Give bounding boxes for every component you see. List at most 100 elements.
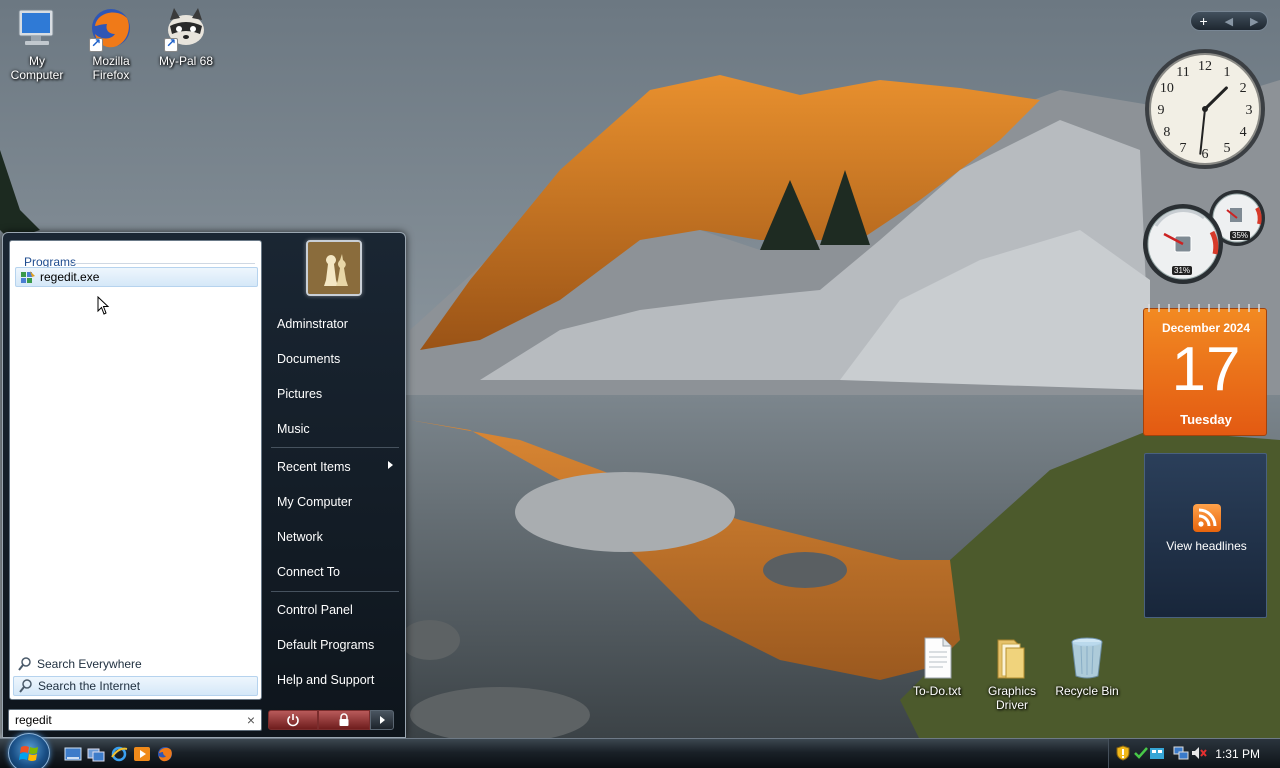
volume-muted-icon[interactable] [1191,745,1207,761]
clock-numeral: 11 [1176,65,1189,80]
view-headlines-link[interactable]: View headlines [1145,539,1268,553]
raccoon-icon [162,4,210,52]
start-item-default-programs[interactable]: Default Programs [269,631,401,659]
start-item-help-and-support[interactable]: Help and Support [269,666,401,694]
start-item-my-computer[interactable]: My Computer [269,488,401,516]
start-item-pictures[interactable]: Pictures [269,380,401,408]
power-options-arrow-button[interactable] [370,710,394,730]
windows-logo-icon [19,746,38,761]
clock-numeral: 5 [1224,141,1231,156]
media-player-icon[interactable] [133,745,151,763]
start-item-connect-to[interactable]: Connect To [269,558,401,586]
search-result-regedit[interactable]: regedit.exe [15,267,258,287]
start-item-network[interactable]: Network [269,523,401,551]
desktop-icon-my-computer[interactable]: My Computer [0,4,74,82]
calendar-weekday: Tuesday [1180,412,1232,427]
network-icon[interactable] [1173,745,1189,761]
lock-icon [339,713,349,726]
clock-numeral: 1 [1224,65,1231,80]
firefox-icon [87,4,135,52]
firefox-taskbar-icon[interactable] [156,745,174,763]
clock-numeral: 12 [1198,59,1212,74]
start-search-value: regedit [15,713,52,727]
checkmark-icon[interactable] [1133,745,1149,761]
start-item-documents[interactable]: Documents [269,345,401,373]
cpu-meter-gadget[interactable]: 31% 35% [1142,190,1270,286]
clock-numeral: 8 [1163,125,1170,140]
clock-numeral: 9 [1158,103,1165,118]
calendar-gadget[interactable]: December 2024 17 Tuesday [1143,300,1267,436]
folder-icon [988,634,1036,682]
mouse-cursor-icon [97,296,110,315]
clear-search-icon[interactable]: × [247,712,255,728]
start-item-music[interactable]: Music [269,415,401,443]
start-item-control-panel[interactable]: Control Panel [269,596,401,624]
feed-headlines-gadget[interactable]: View headlines [1144,453,1267,618]
shortcut-arrow-icon [164,36,178,52]
desktop-icon-label: Graphics Driver [987,684,1037,712]
rss-icon [1193,504,1221,532]
start-button[interactable] [8,733,50,768]
desktop-icon-my-pal[interactable]: My-Pal 68 [149,4,223,68]
clock-numeral: 2 [1240,81,1247,96]
desktop-icon-label: To-Do.txt [912,684,961,698]
regedit-icon [21,271,35,283]
taskbar: 1:31 PM [0,733,1280,768]
desktop-icon-label: Recycle Bin [1055,684,1119,698]
calendar-month-year: December 2024 [1161,321,1251,335]
start-menu-results-pane: Programs regedit.exe Search Everywhere S… [9,240,262,700]
start-menu-divider [271,447,399,448]
taskbar-clock[interactable]: 1:31 PM [1215,747,1260,761]
desktop-icon-graphics-driver[interactable]: Graphics Driver [975,634,1049,712]
sidebar-controls: + ◀ ▶ [1190,11,1268,31]
shortcut-arrow-icon [89,36,103,52]
previous-gadget-button[interactable]: ◀ [1225,15,1233,28]
chess-pieces-icon [308,242,360,294]
recent-items-label: Recent Items [277,460,351,474]
recycle-bin-icon [1063,634,1111,682]
security-shield-icon[interactable] [1115,745,1131,761]
text-file-icon [913,634,961,682]
next-gadget-button[interactable]: ▶ [1250,15,1258,28]
power-button[interactable] [268,710,318,730]
desktop-icon-mozilla-firefox[interactable]: MozillaFirefox [74,4,148,82]
start-item-recent-items[interactable]: Recent Items [269,453,401,481]
calendar-page: December 2024 17 Tuesday [1143,308,1267,436]
windows-update-icon[interactable] [1149,745,1165,761]
chevron-right-icon [379,716,385,724]
clock-numeral: 4 [1240,125,1247,140]
lock-button[interactable] [318,710,370,730]
clock-numeral: 6 [1202,147,1209,162]
search-internet-label: Search the Internet [38,679,141,693]
power-icon [287,714,299,727]
programs-heading-divider [70,263,255,264]
cpu-meter-dials [1143,190,1265,284]
desktop-icon-label: Mozilla Firefox [92,54,130,82]
clock-numeral: 7 [1180,141,1187,156]
clock-gadget[interactable]: 12 12 3 45678 9 1011 [1143,46,1267,172]
clock-numeral: 3 [1246,103,1253,118]
memory-percent: 35% [1230,231,1251,240]
add-gadget-button[interactable]: + [1199,13,1207,29]
search-everywhere-link[interactable]: Search Everywhere [13,654,258,674]
internet-explorer-icon[interactable] [110,745,128,763]
cpu-percent: 31% [1172,266,1193,275]
calendar-rings [1148,304,1260,312]
show-desktop-icon[interactable] [64,745,82,763]
clock-numeral: 10 [1160,81,1174,96]
start-menu-divider [271,591,399,592]
desktop-icon-recycle-bin[interactable]: Recycle Bin [1050,634,1124,698]
search-icon [18,657,31,671]
user-picture[interactable] [306,240,362,296]
search-result-label: regedit.exe [40,270,100,284]
desktop-icon-todo-txt[interactable]: To-Do.txt [900,634,974,698]
switch-windows-icon[interactable] [87,745,105,763]
power-controls [268,710,396,730]
calendar-day: 17 [1171,335,1241,404]
system-tray: 1:31 PM [1108,739,1280,768]
start-search-input[interactable]: regedit × [8,709,262,731]
desktop-icon-label: My Computer [10,54,64,82]
start-menu: Programs regedit.exe Search Everywhere S… [2,232,406,738]
start-item-adminstrator[interactable]: Adminstrator [269,310,401,338]
search-internet-link[interactable]: Search the Internet [13,676,258,696]
